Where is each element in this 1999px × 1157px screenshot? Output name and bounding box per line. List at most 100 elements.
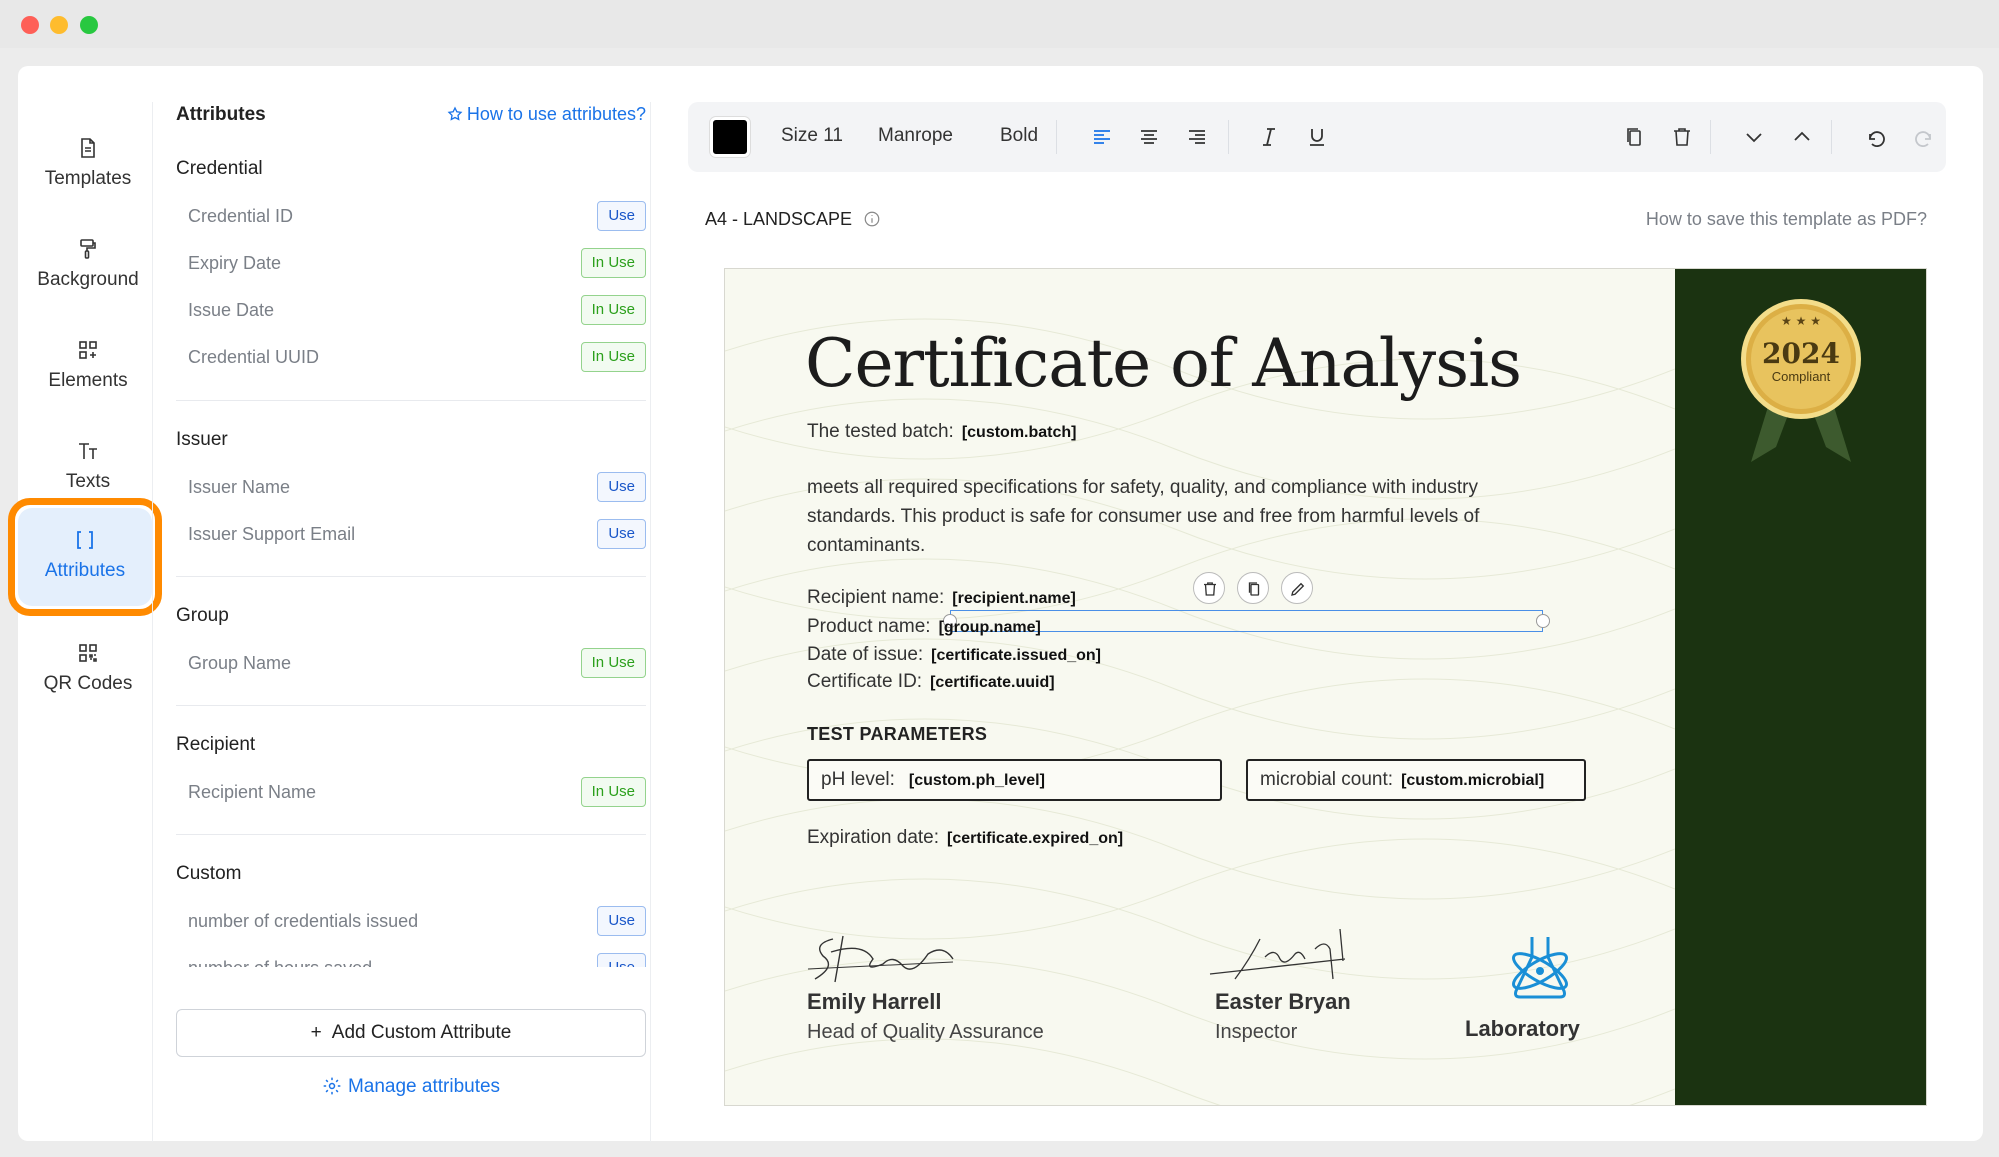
section-divider <box>176 705 646 706</box>
duplicate-icon <box>1248 582 1260 596</box>
certificate-id-line[interactable]: Certificate ID: [certificate.uuid] <box>807 671 1055 693</box>
chevron-down-icon[interactable] <box>1742 125 1766 149</box>
use-button[interactable]: Use <box>597 201 646 231</box>
text-toolbar: Size 11 Manrope Bold <box>688 102 1946 172</box>
info-icon[interactable] <box>863 210 881 228</box>
certificate-paragraph[interactable]: meets all required specifications for sa… <box>807 473 1527 560</box>
font-family-dropdown[interactable]: Manrope <box>878 125 953 147</box>
signatory-name[interactable]: Emily Harrell <box>807 989 942 1015</box>
attribute-name: Credential UUID <box>188 347 320 367</box>
nav-label: Texts <box>65 471 111 492</box>
minimize-window-button[interactable] <box>50 16 68 34</box>
nav-label: Background <box>37 269 139 290</box>
date-of-issue-line[interactable]: Date of issue: [certificate.issued_on] <box>807 644 1101 666</box>
paper-size-label: A4 - LANDSCAPE <box>705 209 881 230</box>
use-button[interactable]: Use <box>597 519 646 549</box>
in-use-badge[interactable]: In Use <box>580 342 646 372</box>
field-label: Product name: <box>807 616 931 637</box>
nav-label: Attributes <box>44 560 126 581</box>
element-duplicate-button[interactable] <box>1237 572 1269 604</box>
signatory-role[interactable]: Inspector <box>1215 1021 1297 1044</box>
trash-icon[interactable] <box>1670 125 1694 149</box>
in-use-badge[interactable]: In Use <box>580 777 646 807</box>
ph-level-tag: [custom.ph_level] <box>908 772 1045 789</box>
product-name-line[interactable]: Product name: [group.name] <box>807 616 1041 638</box>
nav-attributes[interactable]: Attributes <box>8 498 162 616</box>
in-use-badge[interactable]: In Use <box>580 648 646 678</box>
how-to-use-attributes-link[interactable]: How to use attributes? <box>447 104 646 125</box>
use-button[interactable]: Use <box>597 472 646 502</box>
attribute-row: Credential UUID In Use <box>188 342 646 374</box>
in-use-badge[interactable]: In Use <box>580 295 646 325</box>
resize-handle[interactable] <box>1536 614 1550 628</box>
nav-label: Elements <box>48 370 128 391</box>
attribute-name: number of hours saved <box>188 958 372 967</box>
compliance-medal: ★ ★ ★ 2024 Compliant <box>1741 299 1861 462</box>
nav-templates[interactable]: Templates <box>23 116 153 206</box>
field-tag: [certificate.uuid] <box>930 674 1055 691</box>
field-label: Date of issue: <box>807 644 924 665</box>
section-title-custom: Custom <box>176 863 242 884</box>
section-title-group: Group <box>176 605 229 626</box>
expiration-date-line[interactable]: Expiration date: [certificate.expired_on] <box>807 827 1123 849</box>
pencil-icon <box>1291 582 1305 596</box>
batch-line[interactable]: The tested batch: [custom.batch] <box>807 421 1077 443</box>
add-custom-attribute-button[interactable]: + Add Custom Attribute <box>176 1009 646 1057</box>
trash-icon <box>1204 582 1216 596</box>
maximize-window-button[interactable] <box>80 16 98 34</box>
batch-tag: [custom.batch] <box>961 424 1077 441</box>
manage-attributes-link[interactable]: Manage attributes <box>176 1076 646 1098</box>
window-titlebar <box>0 0 1999 48</box>
chevron-up-icon[interactable] <box>1790 125 1814 149</box>
redo-icon[interactable] <box>1912 125 1936 149</box>
nav-label: QR Codes <box>43 673 133 694</box>
align-left-icon[interactable] <box>1090 125 1114 149</box>
attribute-row: Issue Date In Use <box>188 295 646 327</box>
in-use-badge[interactable]: In Use <box>580 248 646 278</box>
font-weight-dropdown[interactable]: Bold <box>1000 125 1038 147</box>
signatory-role[interactable]: Head of Quality Assurance <box>807 1021 1044 1044</box>
signatory-name[interactable]: Easter Bryan <box>1215 989 1351 1015</box>
element-delete-button[interactable] <box>1193 572 1225 604</box>
signature-image[interactable] <box>803 924 963 984</box>
recipient-name-line[interactable]: Recipient name: [recipient.name] <box>807 587 1076 609</box>
qr-code-icon <box>79 644 97 662</box>
font-size-dropdown[interactable]: Size 11 <box>781 125 843 147</box>
nav-background[interactable]: Background <box>23 217 153 307</box>
attribute-row: number of hours saved Use <box>188 953 646 967</box>
use-button[interactable]: Use <box>597 906 646 936</box>
save-as-pdf-help-link[interactable]: How to save this template as PDF? <box>1646 209 1927 230</box>
divider <box>152 102 153 1142</box>
microbial-count-box[interactable]: microbial count: [custom.microbial] <box>1246 759 1586 801</box>
align-center-icon[interactable] <box>1137 125 1161 149</box>
toolbar-separator <box>1710 120 1711 154</box>
signature-image[interactable] <box>1205 919 1355 989</box>
ph-level-box[interactable]: pH level: [custom.ph_level] <box>807 759 1222 801</box>
use-button[interactable]: Use <box>597 953 646 967</box>
nav-qr-codes[interactable]: QR Codes <box>23 621 153 711</box>
nav-texts[interactable]: Texts <box>23 419 153 509</box>
align-right-icon[interactable] <box>1185 125 1209 149</box>
section-divider <box>176 576 646 577</box>
attributes-panel: Attributes How to use attributes? Creden… <box>176 66 646 1141</box>
laboratory-label[interactable]: Laboratory <box>1465 1016 1580 1042</box>
underline-icon[interactable] <box>1305 125 1329 149</box>
close-window-button[interactable] <box>21 16 39 34</box>
laboratory-logo-icon[interactable] <box>1502 929 1578 1005</box>
grid-plus-icon <box>79 341 97 359</box>
color-swatch[interactable] <box>710 117 750 157</box>
certificate-title[interactable]: Certificate of Analysis <box>805 325 1522 402</box>
field-tag: [certificate.issued_on] <box>931 647 1101 664</box>
certificate-canvas[interactable]: ★ ★ ★ 2024 Compliant Certificate of Anal… <box>724 268 1927 1106</box>
microbial-count-label: microbial count: <box>1260 769 1394 790</box>
brackets-icon <box>77 531 93 549</box>
toolbar-separator <box>1831 120 1832 154</box>
italic-icon[interactable] <box>1257 125 1281 149</box>
element-edit-button[interactable] <box>1281 572 1313 604</box>
duplicate-icon[interactable] <box>1622 125 1646 149</box>
attribute-name: Group Name <box>188 653 292 673</box>
test-parameters-title[interactable]: TEST PARAMETERS <box>807 724 987 745</box>
certificate-side-band: ★ ★ ★ 2024 Compliant <box>1675 269 1926 1105</box>
undo-icon[interactable] <box>1864 125 1888 149</box>
nav-elements[interactable]: Elements <box>23 318 153 408</box>
